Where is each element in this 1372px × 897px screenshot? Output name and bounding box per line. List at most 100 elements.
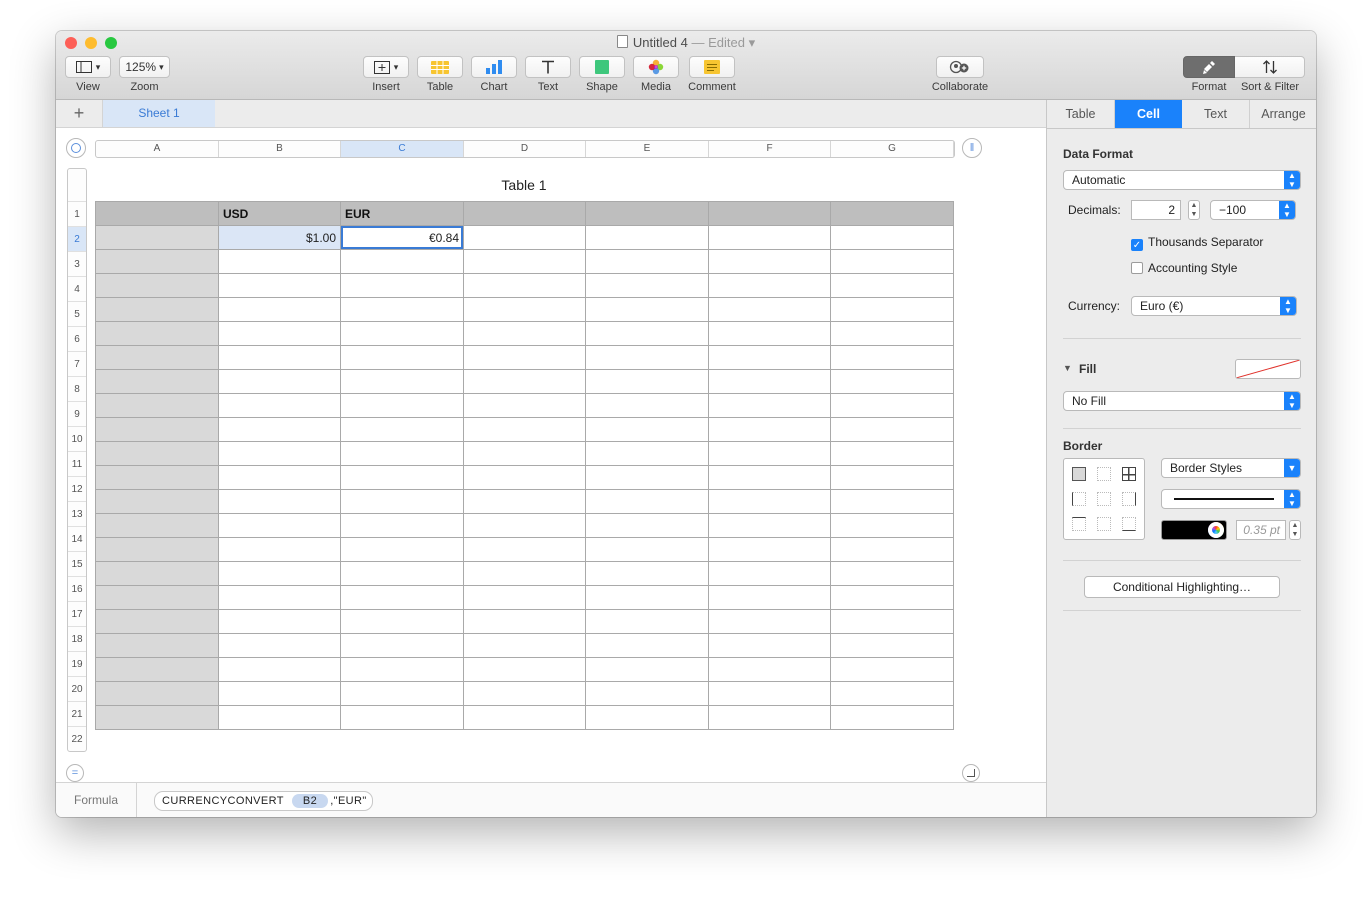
cell-g3[interactable] (830, 249, 954, 274)
tab-text[interactable]: Text (1182, 100, 1250, 128)
formula-editor[interactable]: CURRENCYCONVERT B2 ,"EUR" (154, 791, 373, 811)
border-inside-button[interactable] (1092, 462, 1117, 487)
cell-b8[interactable] (218, 369, 341, 394)
cell-c11[interactable] (340, 441, 464, 466)
cell-f17[interactable] (708, 585, 831, 610)
cell-e7[interactable] (585, 345, 709, 370)
cell-b16[interactable] (218, 561, 341, 586)
cell-f12[interactable] (708, 465, 831, 490)
cell-e9[interactable] (585, 393, 709, 418)
cell-a10[interactable] (95, 417, 219, 442)
cell-a20[interactable] (95, 657, 219, 682)
cell-d2[interactable] (463, 225, 586, 250)
format-tool[interactable]: Format (1183, 56, 1235, 93)
row-header-3[interactable]: 3 (68, 251, 86, 276)
fill-color-well[interactable] (1235, 359, 1301, 379)
cell-a7[interactable] (95, 345, 219, 370)
cell-f9[interactable] (708, 393, 831, 418)
cell-c15[interactable] (340, 537, 464, 562)
column-header-c[interactable]: C (341, 141, 464, 157)
cell-b17[interactable] (218, 585, 341, 610)
row-header-5[interactable]: 5 (68, 301, 86, 326)
cell-a14[interactable] (95, 513, 219, 538)
cell-d5[interactable] (463, 297, 586, 322)
cell-d12[interactable] (463, 465, 586, 490)
row-header-20[interactable]: 20 (68, 676, 86, 701)
border-center-vertical-button[interactable] (1092, 487, 1117, 512)
sort-filter-tool[interactable]: Sort & Filter (1235, 56, 1305, 93)
cell-g4[interactable] (830, 273, 954, 298)
sheet-tab-sheet-1[interactable]: Sheet 1 (103, 100, 215, 127)
cell-f22[interactable] (708, 705, 831, 730)
cell-a22[interactable] (95, 705, 219, 730)
cell-a18[interactable] (95, 609, 219, 634)
cell-c8[interactable] (340, 369, 464, 394)
table-title[interactable]: Table 1 (95, 177, 953, 193)
cell-b14[interactable] (218, 513, 341, 538)
cell-c21[interactable] (340, 681, 464, 706)
cell-g11[interactable] (830, 441, 954, 466)
cell-e17[interactable] (585, 585, 709, 610)
tab-table[interactable]: Table (1047, 100, 1115, 128)
cell-d20[interactable] (463, 657, 586, 682)
cell-f1[interactable] (708, 201, 831, 226)
row-header-13[interactable]: 13 (68, 501, 86, 526)
row-header-11[interactable]: 11 (68, 451, 86, 476)
sort-filter-button[interactable] (1235, 56, 1305, 78)
row-header-7[interactable]: 7 (68, 351, 86, 376)
row-header-14[interactable]: 14 (68, 526, 86, 551)
view-button[interactable]: ▾ (65, 56, 111, 78)
cell-e6[interactable] (585, 321, 709, 346)
cell-b2[interactable]: $1.00 (218, 225, 341, 250)
accounting-style-checkbox[interactable] (1131, 262, 1143, 274)
cell-d17[interactable] (463, 585, 586, 610)
row-header-8[interactable]: 8 (68, 376, 86, 401)
cell-f4[interactable] (708, 273, 831, 298)
chart-button[interactable] (471, 56, 517, 78)
cell-f14[interactable] (708, 513, 831, 538)
column-header-f[interactable]: F (709, 141, 831, 157)
column-header-a[interactable]: A (96, 141, 219, 157)
cell-e2[interactable] (585, 225, 709, 250)
shape-tool[interactable]: Shape (579, 56, 625, 93)
cell-a13[interactable] (95, 489, 219, 514)
column-header-d[interactable]: D (464, 141, 586, 157)
chevron-down-icon[interactable]: ▾ (749, 35, 756, 50)
border-center-horizontal-button[interactable] (1092, 511, 1117, 536)
cell-d7[interactable] (463, 345, 586, 370)
currency-popup[interactable]: Euro (€) ▲ ▼ (1131, 296, 1297, 316)
cell-d11[interactable] (463, 441, 586, 466)
row-header-17[interactable]: 17 (68, 601, 86, 626)
cell-c2[interactable]: €0.84 (340, 225, 464, 250)
cell-g13[interactable] (830, 489, 954, 514)
cell-f20[interactable] (708, 657, 831, 682)
cell-e11[interactable] (585, 441, 709, 466)
border-top-button[interactable] (1067, 511, 1092, 536)
text-button[interactable] (525, 56, 571, 78)
cell-a12[interactable] (95, 465, 219, 490)
row-header-18[interactable]: 18 (68, 626, 86, 651)
cell-e19[interactable] (585, 633, 709, 658)
row-header-12[interactable]: 12 (68, 476, 86, 501)
cell-d4[interactable] (463, 273, 586, 298)
cell-e18[interactable] (585, 609, 709, 634)
row-header-2[interactable]: 2 (68, 226, 86, 251)
cell-g15[interactable] (830, 537, 954, 562)
cell-a5[interactable] (95, 297, 219, 322)
cell-d21[interactable] (463, 681, 586, 706)
thousands-separator-checkbox[interactable]: ✓ (1131, 239, 1143, 251)
add-column-handle[interactable]: ‖ (962, 138, 982, 158)
negative-format-popup[interactable]: −100 ▲ ▼ (1210, 200, 1296, 220)
color-wheel-icon[interactable] (1208, 522, 1224, 538)
cell-b15[interactable] (218, 537, 341, 562)
cell-e20[interactable] (585, 657, 709, 682)
cell-c10[interactable] (340, 417, 464, 442)
cell-g7[interactable] (830, 345, 954, 370)
table-tool[interactable]: Table (417, 56, 463, 93)
cell-g19[interactable] (830, 633, 954, 658)
cell-e5[interactable] (585, 297, 709, 322)
cell-c18[interactable] (340, 609, 464, 634)
cell-g2[interactable] (830, 225, 954, 250)
cell-b11[interactable] (218, 441, 341, 466)
shape-button[interactable] (579, 56, 625, 78)
